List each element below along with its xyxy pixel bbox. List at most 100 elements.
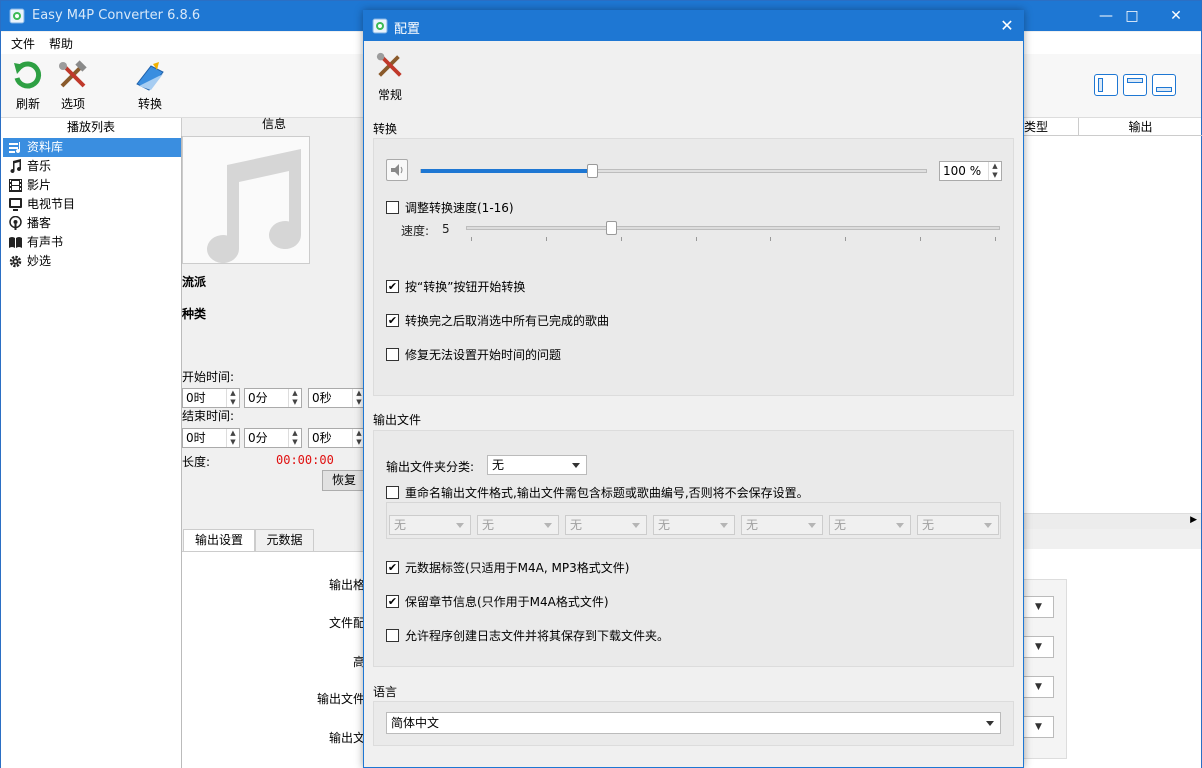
speed-tick: [696, 237, 697, 241]
chevron-down-icon: [572, 463, 580, 468]
start-minute-stepper[interactable]: 0分 ▲ ▼: [244, 388, 302, 408]
stepper-value: 0时: [186, 431, 206, 445]
checkbox-box[interactable]: [386, 201, 399, 214]
convert-button-start-checkbox[interactable]: ✔ 按“转换”按钮开始转换: [386, 279, 525, 295]
rename-field-value: 无: [922, 518, 935, 532]
output-folder-dropdown[interactable]: ▼: [1024, 716, 1054, 738]
language-dropdown[interactable]: 简体中文: [386, 712, 1001, 734]
stepper-arrows-icon[interactable]: ▲ ▼: [226, 429, 239, 447]
checkbox-label: 修复无法设置开始时间的问题: [405, 348, 562, 362]
output-settings-right: ▼ ▼ ▼ ▼: [1023, 549, 1201, 768]
sidebar-item-library[interactable]: 资料库: [3, 138, 181, 157]
end-minute-stepper[interactable]: 0分 ▲ ▼: [244, 428, 302, 448]
rename-field-value: 无: [658, 518, 671, 532]
options-label: 选项: [60, 97, 85, 111]
sidebar-label: 妙选: [27, 254, 52, 268]
film-icon: [9, 179, 22, 192]
uncheck-completed-checkbox[interactable]: ✔ 转换完之后取消选中所有已完成的歌曲: [386, 313, 609, 329]
menu-file[interactable]: 文件: [11, 35, 35, 52]
speed-tick: [546, 237, 547, 241]
layout-center-icon[interactable]: [1123, 74, 1147, 96]
rename-format-checkbox[interactable]: 重命名输出文件格式,输出文件需包含标题或歌曲编号,否则将不会保存设置。: [386, 485, 809, 501]
sidebar-item-movies[interactable]: 影片: [3, 176, 181, 195]
settings-dialog: 配置 ✕ 常规 转换 100 % ▲ ▼ 调整转换速度(1-16) 速度: 5 ✔: [363, 10, 1024, 768]
checkbox-box[interactable]: ✔: [386, 595, 399, 608]
start-hour-stepper[interactable]: 0时 ▲ ▼: [182, 388, 240, 408]
tab-output-settings[interactable]: 输出设置: [183, 529, 255, 552]
stepper-arrows-icon[interactable]: ▲ ▼: [288, 389, 301, 407]
sidebar-item-genius[interactable]: 妙选: [3, 252, 181, 271]
checkbox-box[interactable]: ✔: [386, 561, 399, 574]
column-header-type[interactable]: 类型: [1024, 118, 1079, 136]
metadata-tags-checkbox[interactable]: ✔ 元数据标签(只适用于M4A, MP3格式文件): [386, 560, 629, 576]
sidebar-item-tv-shows[interactable]: 电视节目: [3, 195, 181, 214]
end-time-label: 结束时间:: [182, 409, 235, 423]
track-list[interactable]: 类型 输出: [1023, 118, 1202, 528]
profile-dropdown[interactable]: ▼: [1024, 636, 1054, 658]
checkbox-label: 保留章节信息(只作用于M4A格式文件): [405, 595, 609, 609]
volume-slider-thumb[interactable]: [587, 164, 598, 178]
playlist-sidebar: 资料库 音乐 影片 电视节目 播客 有声书 妙选: [1, 136, 182, 768]
stepper-arrows-icon[interactable]: ▲ ▼: [988, 162, 1001, 180]
stepper-arrows-icon[interactable]: ▲ ▼: [288, 429, 301, 447]
refresh-label: 刷新: [15, 97, 40, 111]
folder-class-dropdown[interactable]: 无: [487, 455, 587, 475]
scroll-right-icon[interactable]: ▶: [1190, 515, 1197, 525]
layout-bottom-icon[interactable]: [1152, 74, 1176, 96]
chevron-down-icon: [632, 523, 640, 528]
column-header-output[interactable]: 输出: [1079, 118, 1202, 136]
chevron-down-icon: [544, 523, 552, 528]
rename-field-2: 无: [477, 515, 559, 535]
volume-button[interactable]: [386, 159, 408, 181]
rename-fields-group: 无 无 无 无 无 无 无: [386, 502, 1001, 539]
keep-chapters-checkbox[interactable]: ✔ 保留章节信息(只作用于M4A格式文件): [386, 594, 609, 610]
sidebar-label: 播客: [27, 216, 52, 230]
menu-help[interactable]: 帮助: [49, 35, 73, 52]
checkbox-box[interactable]: [386, 486, 399, 499]
main-window-title: Easy M4P Converter 6.8.6: [32, 8, 201, 23]
music-note-icon: [207, 149, 302, 264]
stepper-arrows-icon[interactable]: ▲ ▼: [226, 389, 239, 407]
restore-button[interactable]: 恢复: [322, 470, 366, 491]
speed-tick: [471, 237, 472, 241]
sidebar-item-podcasts[interactable]: 播客: [3, 214, 181, 233]
sidebar-label: 影片: [27, 178, 52, 192]
fix-start-time-checkbox[interactable]: 修复无法设置开始时间的问题: [386, 347, 561, 363]
convert-button[interactable]: 转换: [125, 60, 175, 116]
tab-metadata[interactable]: 元数据: [255, 529, 314, 551]
main-close-button[interactable]: ✕: [1153, 1, 1199, 31]
output-format-dropdown[interactable]: ▼: [1024, 596, 1054, 618]
volume-stepper[interactable]: 100 % ▲ ▼: [939, 161, 1002, 181]
advanced-dropdown[interactable]: ▼: [1024, 676, 1054, 698]
checkbox-box[interactable]: [386, 348, 399, 361]
length-value: 00:00:00: [276, 453, 334, 467]
maximize-button[interactable]: □: [1109, 1, 1155, 31]
options-button[interactable]: 选项: [48, 60, 98, 116]
tab-general[interactable]: 常规: [372, 51, 408, 102]
sidebar-item-music[interactable]: 音乐: [3, 157, 181, 176]
rename-field-value: 无: [482, 518, 495, 532]
checkbox-box[interactable]: ✔: [386, 280, 399, 293]
horizontal-scrollbar[interactable]: ▶: [1023, 513, 1201, 529]
chevron-down-icon: [720, 523, 728, 528]
checkbox-box[interactable]: ✔: [386, 314, 399, 327]
layout-left-icon[interactable]: [1094, 74, 1118, 96]
create-log-checkbox[interactable]: 允许程序创建日志文件并将其保存到下载文件夹。: [386, 628, 669, 644]
adjust-speed-checkbox[interactable]: 调整转换速度(1-16): [386, 200, 514, 216]
rename-field-3: 无: [565, 515, 647, 535]
end-second-stepper[interactable]: 0秒 ▲ ▼: [308, 428, 366, 448]
dialog-close-button[interactable]: ✕: [991, 11, 1023, 41]
playlist-header: 播放列表: [1, 118, 182, 136]
checkbox-box[interactable]: [386, 629, 399, 642]
volume-slider[interactable]: [420, 169, 927, 173]
sidebar-label: 资料库: [27, 140, 64, 154]
speed-value: 5: [442, 222, 450, 236]
end-hour-stepper[interactable]: 0时 ▲ ▼: [182, 428, 240, 448]
convert-section-title: 转换: [373, 122, 398, 136]
sidebar-item-audiobooks[interactable]: 有声书: [3, 233, 181, 252]
refresh-button[interactable]: 刷新: [3, 60, 53, 116]
stepper-value: 0分: [248, 431, 268, 445]
start-second-stepper[interactable]: 0秒 ▲ ▼: [308, 388, 366, 408]
chevron-down-icon: [896, 523, 904, 528]
genre-label: 流派: [182, 275, 207, 289]
